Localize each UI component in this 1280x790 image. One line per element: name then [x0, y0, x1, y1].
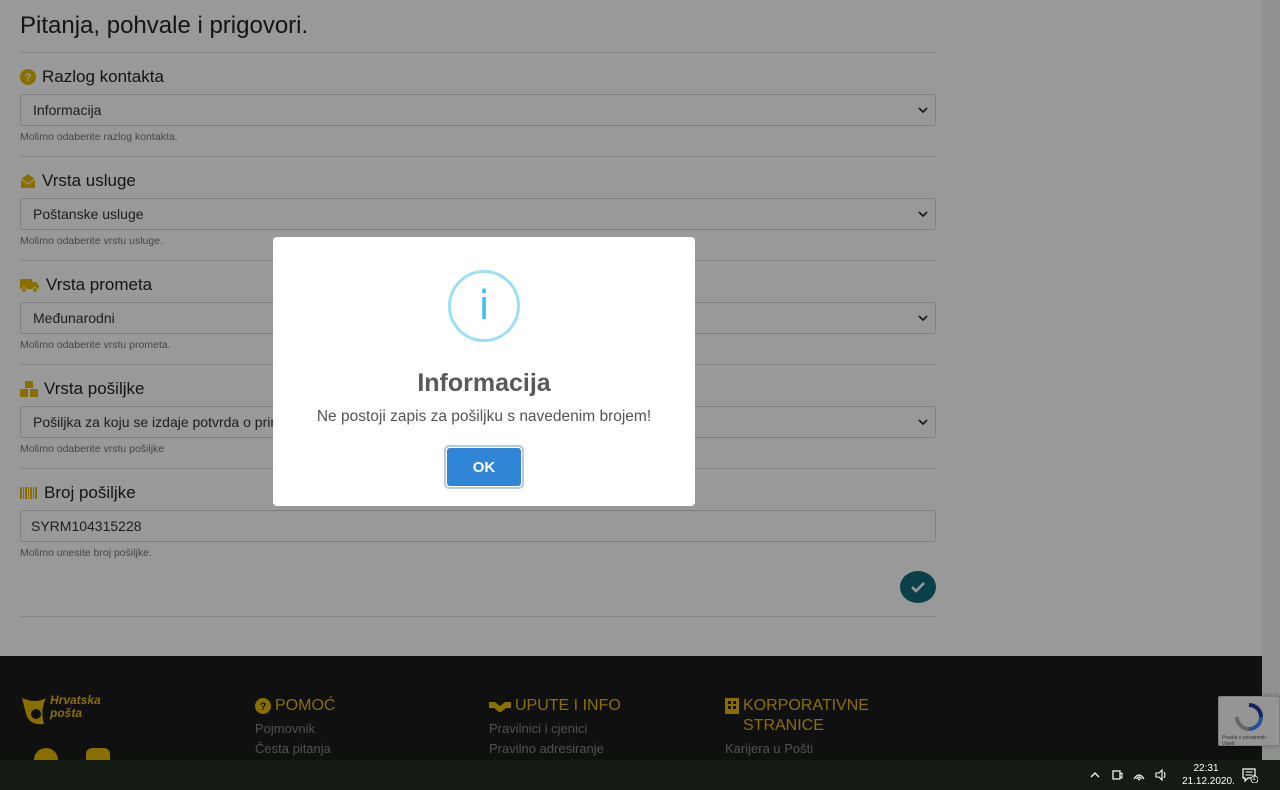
taskbar: 22:31 21.12.2020. 1: [0, 760, 1280, 790]
dialog-title: Informacija: [417, 369, 551, 397]
chevron-up-icon[interactable]: [1088, 768, 1102, 782]
dialog-message: Ne postoji zapis za pošiljku s navedenim…: [316, 408, 652, 425]
system-tray: [1088, 768, 1168, 782]
clock[interactable]: 22:31 21.12.2020.: [1182, 762, 1235, 788]
clock-date: 21.12.2020.: [1182, 776, 1235, 787]
ok-button-focus-ring: OK: [444, 445, 524, 489]
notification-count: 1: [1252, 775, 1256, 782]
ok-button[interactable]: OK: [447, 448, 521, 486]
notification-center-icon[interactable]: 1: [1242, 767, 1259, 784]
clock-time: 22:31: [1193, 763, 1219, 774]
info-dialog: i Informacija Ne postoji zapis za pošilj…: [273, 237, 695, 506]
speaker-icon[interactable]: [1154, 768, 1168, 782]
wifi-icon[interactable]: [1132, 768, 1146, 782]
meet-now-icon[interactable]: [1110, 768, 1124, 782]
info-icon: i: [448, 270, 520, 342]
